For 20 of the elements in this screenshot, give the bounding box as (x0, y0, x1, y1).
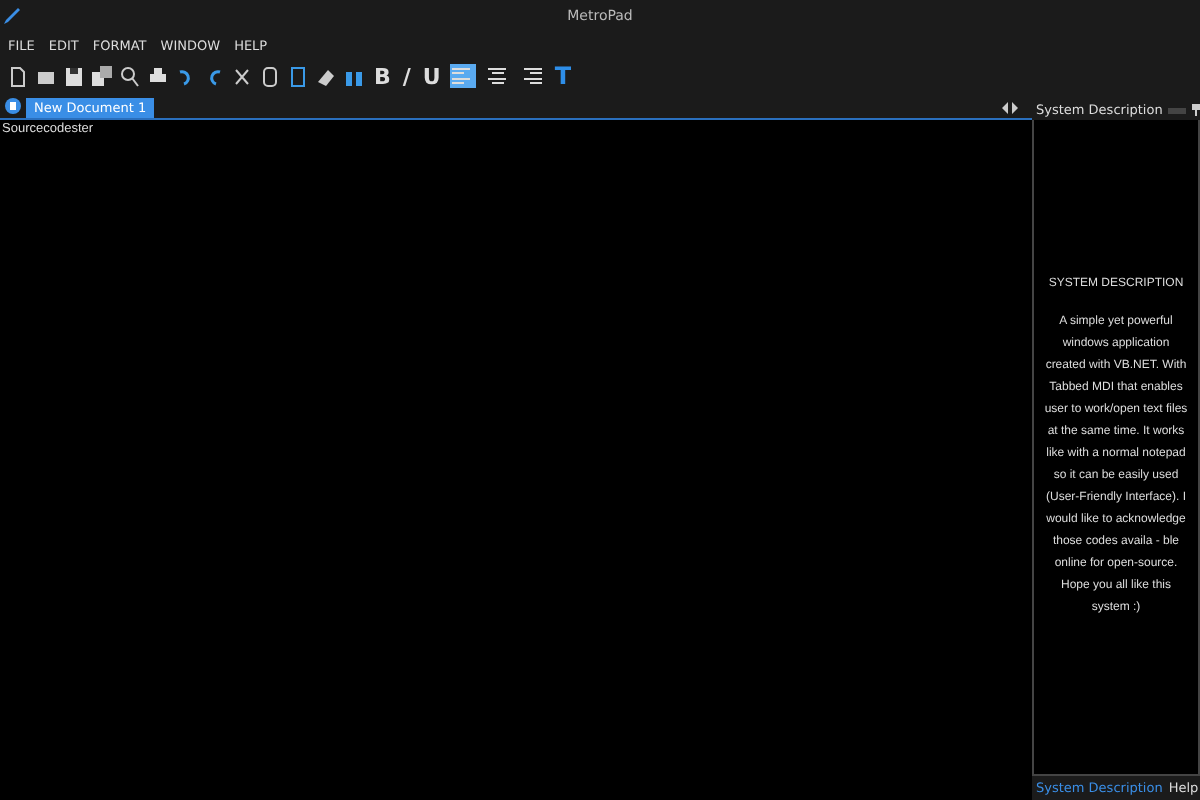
save-all-icon[interactable] (92, 65, 112, 87)
align-button[interactable] (484, 64, 511, 88)
format-button[interactable]: / (400, 63, 413, 89)
format-button[interactable]: B (372, 63, 393, 89)
redo-icon[interactable] (204, 65, 224, 87)
print-icon[interactable] (148, 65, 168, 87)
save-icon[interactable] (64, 65, 84, 87)
text-color-button[interactable]: T (552, 62, 574, 90)
search-icon[interactable] (120, 65, 140, 87)
eraser-icon[interactable] (316, 65, 336, 87)
scroll-arrows-icon[interactable] (1000, 102, 1020, 114)
pencil-icon (2, 7, 20, 25)
clipboard-icon[interactable] (288, 65, 308, 87)
scissors-icon[interactable] (232, 65, 252, 87)
pin-icon[interactable] (1192, 104, 1200, 116)
undo-icon[interactable] (176, 65, 196, 87)
new-file-icon[interactable] (8, 65, 28, 87)
format-button[interactable]: U (420, 63, 443, 89)
align-button[interactable] (450, 64, 477, 88)
document-icon[interactable] (4, 96, 22, 116)
